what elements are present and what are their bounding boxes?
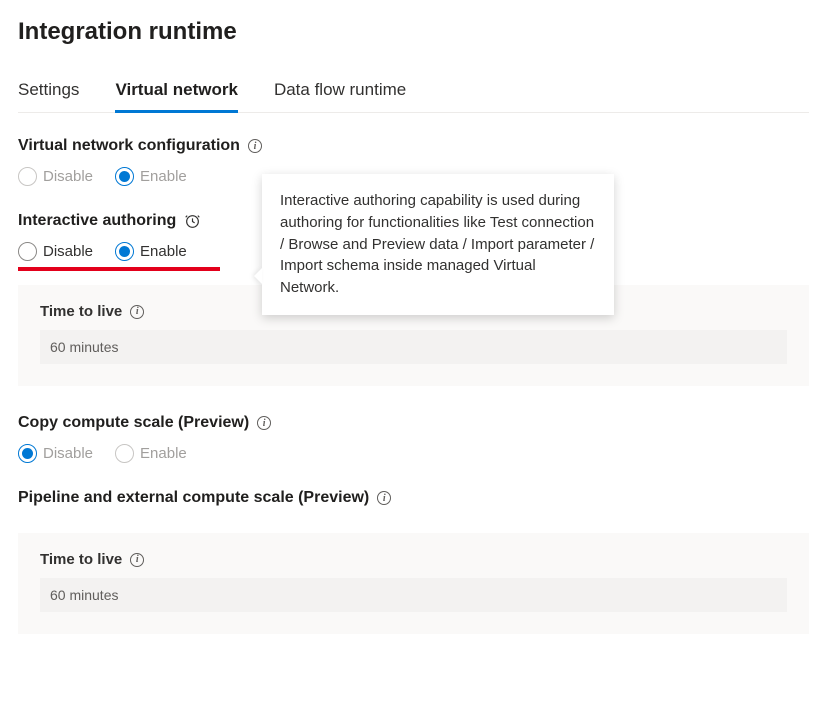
info-icon[interactable]: i [130,305,144,319]
radio-label: Disable [43,243,93,260]
radio-circle-icon [115,444,134,463]
tab-settings[interactable]: Settings [18,74,79,113]
radio-circle-icon [115,167,134,186]
radio-circle-icon [115,242,134,261]
radio-circle-icon [18,242,37,261]
radio-circle-icon [18,167,37,186]
tab-virtual-network[interactable]: Virtual network [115,74,238,113]
ttl-label: Time to live i [40,303,144,320]
radio-label: Enable [140,243,187,260]
tab-bar: Settings Virtual network Data flow runti… [18,74,809,113]
vnet-disable-radio[interactable]: Disable [18,167,93,186]
info-icon[interactable]: i [257,416,271,430]
highlight-underline [18,267,220,271]
radio-circle-icon [18,444,37,463]
vnet-config-label-text: Virtual network configuration [18,137,240,155]
ttl-panel-2: Time to live i [18,533,809,634]
interactive-authoring-label: Interactive authoring [18,212,201,230]
vnet-config-label: Virtual network configuration i [18,137,262,155]
radio-label: Enable [140,445,187,462]
ttl-label-text: Time to live [40,303,122,320]
ttl2-label-text: Time to live [40,551,122,568]
clock-icon[interactable] [184,213,201,230]
radio-label: Enable [140,168,187,185]
copy-compute-enable-radio[interactable]: Enable [115,444,187,463]
copy-compute-disable-radio[interactable]: Disable [18,444,93,463]
pipeline-external-label: Pipeline and external compute scale (Pre… [18,489,391,507]
ttl2-label: Time to live i [40,551,144,568]
page-title: Integration runtime [18,18,809,46]
radio-label: Disable [43,168,93,185]
pipeline-external-label-text: Pipeline and external compute scale (Pre… [18,489,369,507]
authoring-disable-radio[interactable]: Disable [18,242,93,261]
copy-compute-label: Copy compute scale (Preview) i [18,414,271,432]
info-icon[interactable]: i [248,139,262,153]
tab-data-flow-runtime[interactable]: Data flow runtime [274,74,406,113]
interactive-authoring-label-text: Interactive authoring [18,212,176,230]
copy-compute-label-text: Copy compute scale (Preview) [18,414,249,432]
ttl2-input[interactable] [40,578,787,612]
vnet-enable-radio[interactable]: Enable [115,167,187,186]
ttl-input[interactable] [40,330,787,364]
interactive-authoring-tooltip: Interactive authoring capability is used… [262,174,614,315]
info-icon[interactable]: i [377,491,391,505]
radio-label: Disable [43,445,93,462]
info-icon[interactable]: i [130,553,144,567]
authoring-enable-radio[interactable]: Enable [115,242,187,261]
